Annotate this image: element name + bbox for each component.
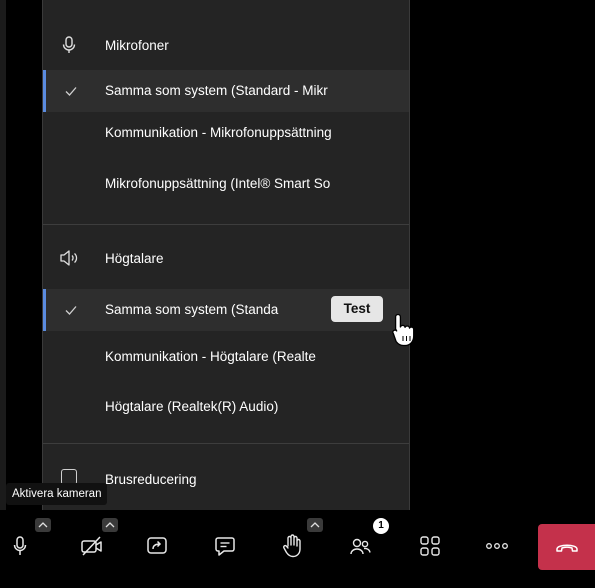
apps-grid-icon [420,536,440,556]
microphone-option-label: Samma som system (Standard - Mikr [105,83,328,98]
microphones-header-label: Mikrofoner [105,37,169,53]
meeting-window: Mikrofoner Samma som system (Standard - … [0,0,595,588]
microphone-option-label: Kommunikation - Mikrofonuppsättning [105,125,332,140]
speaker-icon [59,248,79,268]
microphone-icon [59,35,79,55]
microphone-option[interactable]: Kommunikation - Mikrofonuppsättning [43,112,409,154]
people-icon [350,538,371,555]
chat-button[interactable] [205,526,245,566]
share-button[interactable] [137,526,177,566]
leave-button[interactable] [538,524,595,570]
camera-tooltip: Aktivera kameran [6,483,108,505]
test-speaker-button[interactable]: Test [331,296,383,322]
raise-hand-button[interactable] [272,526,312,566]
speaker-option-label: Samma som system (Standa [105,302,279,317]
camera-button[interactable] [72,526,112,566]
reactions-chevron[interactable] [307,518,323,532]
phone-hangup-icon [555,544,578,552]
meeting-stage-edge [0,0,6,510]
chevron-up-icon [310,522,320,528]
microphones-header: Mikrofoner [43,25,409,65]
speaker-option-label: Högtalare (Realtek(R) Audio) [105,399,279,414]
microphone-option-label: Mikrofonuppsättning (Intel® Smart So [105,176,331,191]
speaker-option[interactable]: Högtalare (Realtek(R) Audio) [43,386,409,428]
checkmark-icon [65,87,77,96]
camera-options-chevron[interactable] [102,518,118,532]
share-screen-icon [147,537,167,554]
section-divider [43,443,409,444]
meeting-toolbar: 1 [0,510,595,588]
hand-pointer-cursor-icon [392,313,415,347]
microphone-options-chevron[interactable] [35,518,51,532]
device-settings-flyout: Mikrofoner Samma som system (Standard - … [42,0,410,510]
microphone-button[interactable] [0,526,40,566]
chat-icon [215,537,235,556]
microphone-option[interactable]: Mikrofonuppsättning (Intel® Smart So [43,163,409,205]
selection-accent [43,70,46,112]
speaker-option[interactable]: Kommunikation - Högtalare (Realte [43,336,409,378]
microphone-icon [13,536,27,555]
more-button[interactable] [477,526,517,566]
noise-suppression-label: Brusreducering [105,472,197,487]
speakers-header-label: Högtalare [105,250,164,266]
checkmark-icon [65,306,77,315]
participants-count-badge: 1 [373,518,389,534]
speaker-option-label: Kommunikation - Högtalare (Realte [105,349,316,364]
hand-icon [283,534,301,558]
participants-button[interactable] [340,526,380,566]
speakers-header: Högtalare [43,238,409,278]
chevron-up-icon [105,522,115,528]
chevron-up-icon [38,522,48,528]
section-divider [43,224,409,225]
selection-accent [43,289,46,331]
more-dots-icon [486,543,508,549]
camera-off-icon [81,536,102,556]
microphone-option[interactable]: Samma som system (Standard - Mikr [43,70,409,112]
apps-button[interactable] [410,526,450,566]
